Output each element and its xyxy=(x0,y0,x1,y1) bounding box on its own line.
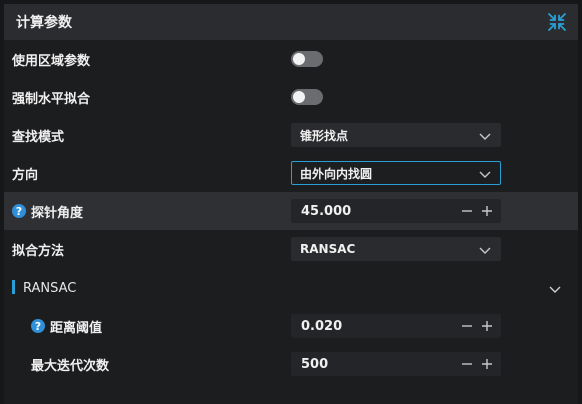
direction-value: 由外向内找圆 xyxy=(300,166,373,181)
minus-icon xyxy=(462,325,472,327)
probe-angle-value: 45.000 xyxy=(301,203,352,219)
force-horizontal-toggle[interactable] xyxy=(291,89,323,105)
decrement-button[interactable] xyxy=(459,356,475,372)
chevron-down-icon xyxy=(479,247,491,254)
increment-button[interactable] xyxy=(479,318,495,334)
row-search-mode: 查找模式 锥形找点 xyxy=(4,116,578,154)
distance-threshold-label-wrap: ? 距离阈值 xyxy=(31,317,102,336)
probe-angle-input[interactable]: 45.000 xyxy=(291,199,501,223)
increment-button[interactable] xyxy=(479,356,495,372)
panel-title: 计算参数 xyxy=(16,15,72,31)
row-fit-method: 拟合方法 RANSAC xyxy=(4,230,578,268)
decrement-button[interactable] xyxy=(459,318,475,334)
help-icon[interactable]: ? xyxy=(31,319,45,333)
fit-method-select[interactable]: RANSAC xyxy=(291,237,501,261)
use-region-label: 使用区域参数 xyxy=(12,53,91,69)
fit-method-value: RANSAC xyxy=(300,242,356,256)
distance-threshold-value: 0.020 xyxy=(301,318,343,334)
row-distance-threshold: ? 距离阈值 0.020 xyxy=(4,307,578,345)
row-use-region: 使用区域参数 xyxy=(4,40,578,78)
toggle-knob xyxy=(293,53,305,65)
plus-icon xyxy=(482,206,492,216)
direction-select[interactable]: 由外向内找圆 xyxy=(291,161,501,185)
ransac-section-title: RANSAC xyxy=(23,280,77,296)
probe-angle-label-wrap: ? 探针角度 xyxy=(12,202,83,221)
max-iterations-label: 最大迭代次数 xyxy=(31,358,110,374)
right-edge xyxy=(578,0,582,404)
toggle-knob xyxy=(293,91,305,103)
minus-icon xyxy=(462,363,472,365)
increment-button[interactable] xyxy=(479,203,495,219)
calc-params-panel: 计算参数 使用区域参数 强制水平拟合 查找模式 锥形找点 方向 由外向内找圆 ?… xyxy=(4,4,578,404)
row-probe-angle: ? 探针角度 45.000 xyxy=(4,192,578,230)
max-iterations-input[interactable]: 500 xyxy=(291,352,501,376)
force-horizontal-label: 强制水平拟合 xyxy=(12,91,91,107)
plus-icon xyxy=(482,321,492,331)
distance-threshold-label: 距离阈值 xyxy=(50,320,103,336)
fit-method-label: 拟合方法 xyxy=(12,243,65,259)
row-max-iterations: 最大迭代次数 500 xyxy=(4,345,578,383)
search-mode-label: 查找模式 xyxy=(12,129,65,145)
search-mode-value: 锥形找点 xyxy=(300,128,349,143)
distance-threshold-input[interactable]: 0.020 xyxy=(291,314,501,338)
section-accent-bar xyxy=(12,280,15,294)
direction-label: 方向 xyxy=(12,167,39,183)
collapse-icon xyxy=(548,13,566,31)
decrement-button[interactable] xyxy=(459,203,475,219)
chevron-down-icon xyxy=(479,171,491,178)
probe-angle-label: 探针角度 xyxy=(31,205,84,221)
panel-header: 计算参数 xyxy=(4,4,578,40)
help-icon[interactable]: ? xyxy=(12,204,26,218)
plus-icon xyxy=(482,359,492,369)
search-mode-select[interactable]: 锥形找点 xyxy=(291,123,501,147)
chevron-down-icon xyxy=(549,286,561,293)
row-direction: 方向 由外向内找圆 xyxy=(4,154,578,192)
collapse-button[interactable] xyxy=(546,11,568,33)
chevron-down-icon xyxy=(479,133,491,140)
ransac-section-header[interactable]: RANSAC xyxy=(4,270,578,306)
max-iterations-value: 500 xyxy=(301,356,329,372)
minus-icon xyxy=(462,210,472,212)
row-force-horizontal: 强制水平拟合 xyxy=(4,78,578,116)
use-region-toggle[interactable] xyxy=(291,51,323,67)
